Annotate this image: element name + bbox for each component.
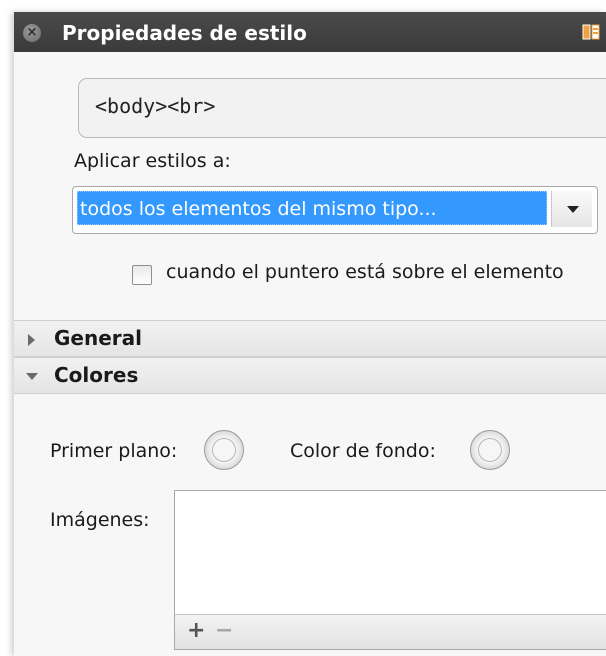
section-general-label: General [54,326,142,350]
section-general-header[interactable]: General [14,320,606,357]
add-image-button[interactable]: + [187,618,205,644]
apply-styles-select[interactable]: todos los elementos del mismo tipo... [72,186,598,234]
foreground-color-label: Primer plano: [50,440,178,462]
hover-state-checkbox[interactable] [132,265,152,285]
images-label: Imágenes: [50,509,150,531]
selected-element-field[interactable]: <body><br> [78,78,606,138]
disclosure-right-icon[interactable] [28,334,35,346]
images-toolbar: + − [175,614,606,649]
close-icon[interactable]: × [23,24,41,42]
remove-image-button[interactable]: − [215,618,233,644]
background-color-label: Color de fondo: [290,440,436,462]
style-properties-panel: × Propiedades de estilo <body><br> Aplic… [14,12,606,656]
panel-titlebar: × Propiedades de estilo [14,12,606,52]
section-colores-header[interactable]: Colores [14,357,606,394]
foreground-color-well[interactable] [204,430,244,470]
background-color-well[interactable] [470,430,510,470]
section-colores-label: Colores [54,363,139,387]
dock-panel-icon[interactable] [582,23,600,41]
disclosure-down-icon[interactable] [26,373,38,380]
selected-element-path: <body><br> [95,94,216,118]
apply-styles-label: Aplicar estilos a: [74,150,231,172]
hover-state-label[interactable]: cuando el puntero está sobre el elemento [166,261,564,283]
apply-styles-selected-value: todos los elementos del mismo tipo... [77,191,547,225]
panel-title: Propiedades de estilo [62,21,307,45]
images-list[interactable]: + − [174,490,606,650]
chevron-down-icon[interactable] [551,191,592,227]
